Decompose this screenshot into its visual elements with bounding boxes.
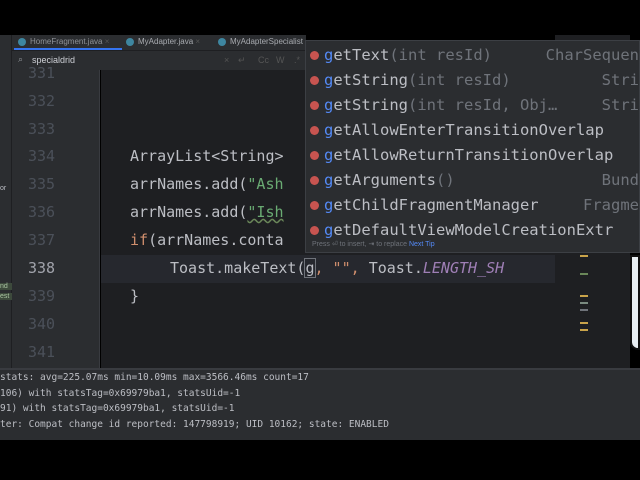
- completion-hint: Press ⏎ to insert, ⇥ to replace Next Tip: [312, 241, 435, 248]
- tab-label: MyAdapter.java: [138, 37, 194, 46]
- whole-word-icon[interactable]: W: [276, 55, 285, 65]
- line-number: 331: [28, 64, 56, 82]
- line-number: 335: [28, 175, 56, 193]
- match-case-icon[interactable]: Cc: [258, 55, 269, 65]
- method-icon: [310, 226, 319, 235]
- code-line-338[interactable]: Toast.makeText(g, "", Toast.LENGTH_SH: [170, 258, 504, 278]
- text-caret: g: [304, 258, 316, 278]
- line-number: 332: [28, 92, 56, 110]
- method-icon: [310, 51, 319, 60]
- code-line-334: ArrayList<String>: [130, 147, 284, 165]
- method-icon: [310, 126, 319, 135]
- tab-my-adapter-specialist[interactable]: MyAdapterSpecialist: [214, 35, 306, 50]
- completion-item[interactable]: getArguments() Bund: [306, 168, 640, 193]
- screen-top-bar: [0, 0, 640, 35]
- panel-fragment-text: est: [0, 293, 12, 300]
- completion-item[interactable]: getAllowEnterTransitionOverlap: [306, 118, 640, 143]
- completion-item[interactable]: getChildFragmentManager Fragme: [306, 193, 640, 218]
- line-number: 341: [28, 343, 56, 361]
- log-line: ter: Compat change id reported: 14779891…: [0, 419, 389, 430]
- next-tip-link[interactable]: Next Tip: [409, 241, 435, 248]
- panel-fragment-text: nd: [0, 283, 12, 290]
- search-icon: ⌕: [18, 54, 24, 64]
- tab-label: MyAdapterSpecialist: [230, 37, 303, 46]
- line-number: 334: [28, 147, 56, 165]
- line-number: 333: [28, 120, 56, 138]
- code-line-336: arrNames.add("Ish: [130, 203, 284, 221]
- line-number: 336: [28, 203, 56, 221]
- code-line-339: }: [130, 287, 140, 305]
- close-icon[interactable]: ×: [224, 55, 229, 65]
- method-icon: [310, 76, 319, 85]
- class-icon: [126, 38, 134, 46]
- emulator-preview-edge: [630, 255, 640, 350]
- class-icon: [218, 38, 226, 46]
- method-icon: [310, 151, 319, 160]
- completion-item[interactable]: getString(int resId) Stri: [306, 68, 640, 93]
- class-icon: [18, 38, 26, 46]
- tab-home-fragment[interactable]: HomeFragment.java ×: [14, 35, 122, 50]
- log-line: stats: avg=225.07ms min=10.09ms max=3566…: [0, 372, 309, 383]
- code-line-335: arrNames.add("Ash: [130, 175, 284, 193]
- line-number: 337: [28, 231, 56, 249]
- close-icon[interactable]: ×: [195, 37, 200, 46]
- completion-item[interactable]: getText(int resId) CharSequen: [306, 43, 640, 68]
- code-completion-popup: getText(int resId) CharSequen getString(i…: [305, 40, 640, 253]
- panel-fragment-text: or: [0, 185, 7, 192]
- replace-icon[interactable]: ↵: [238, 55, 246, 66]
- completion-item[interactable]: getString(int resId, Obj… Stri: [306, 93, 640, 118]
- tab-label: HomeFragment.java: [30, 37, 103, 46]
- find-bar: ⌕ specialdrid × ↵ Cc W .*: [12, 50, 306, 70]
- screen-bottom-bar: [0, 440, 640, 480]
- method-icon: [310, 176, 319, 185]
- log-line: 106) with statsTag=0x69979ba1, statsUid=…: [0, 388, 241, 399]
- close-icon[interactable]: ×: [105, 37, 110, 46]
- editor-tabs: HomeFragment.java × MyAdapter.java × MyA…: [12, 35, 306, 50]
- line-number-gutter: 331 332 333 334 335 336 337 338 339 340 …: [12, 64, 100, 368]
- method-icon: [310, 101, 319, 110]
- log-line: 91) with statsTag=0x69979ba1, statsUid=-…: [0, 403, 235, 414]
- line-number-current: 338: [28, 259, 56, 277]
- method-icon: [310, 201, 319, 210]
- code-line-337: if(arrNames.conta: [130, 231, 284, 249]
- regex-icon[interactable]: .*: [294, 55, 300, 65]
- project-panel-edge[interactable]: or nd est: [0, 35, 12, 368]
- line-number: 340: [28, 315, 56, 333]
- completion-item[interactable]: getAllowReturnTransitionOverlap: [306, 143, 640, 168]
- logcat-panel[interactable]: stats: avg=225.07ms min=10.09ms max=3566…: [0, 368, 640, 440]
- line-number: 339: [28, 287, 56, 305]
- tab-my-adapter[interactable]: MyAdapter.java ×: [122, 35, 214, 50]
